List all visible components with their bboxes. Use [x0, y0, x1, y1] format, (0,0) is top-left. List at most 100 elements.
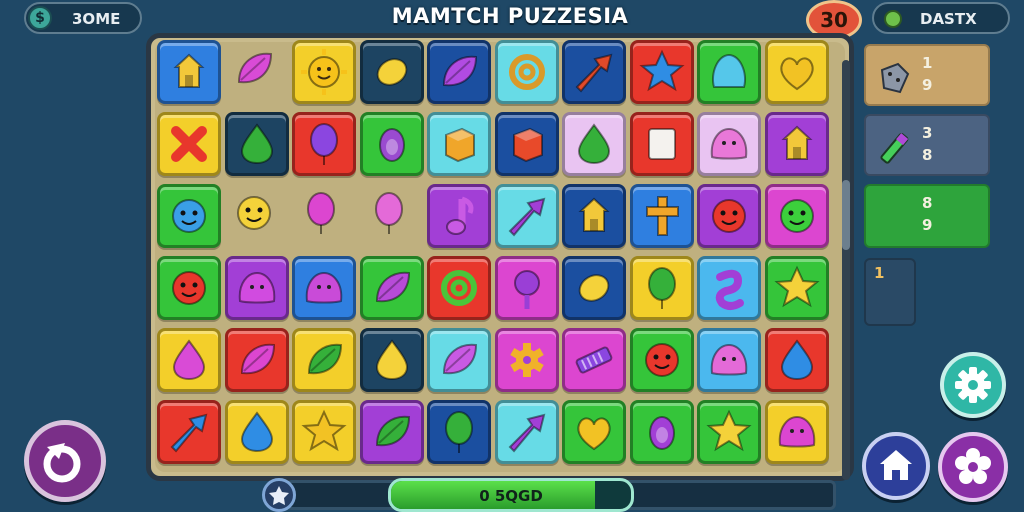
side-panel-value-2: 9	[922, 76, 933, 94]
jelly-icon	[710, 127, 748, 160]
board-tile[interactable]	[494, 112, 559, 176]
drop-icon	[240, 411, 273, 453]
board-tile[interactable]	[562, 112, 626, 176]
board-tile[interactable]	[629, 328, 694, 392]
board-tile[interactable]	[292, 400, 356, 464]
board-tile[interactable]	[292, 328, 356, 392]
swirl-icon	[508, 54, 545, 90]
board-tile[interactable]	[292, 40, 356, 104]
board-tile[interactable]	[697, 184, 761, 248]
board-tile[interactable]	[494, 400, 559, 464]
board-tile[interactable]	[697, 40, 761, 104]
jelly-icon	[305, 271, 343, 304]
board-tile[interactable]	[427, 400, 491, 464]
board-tile[interactable]	[494, 328, 559, 392]
drop-icon	[172, 339, 206, 381]
lemon-icon	[376, 58, 407, 86]
board-tile[interactable]	[427, 40, 491, 104]
board-tile[interactable]	[494, 184, 559, 248]
board-tile[interactable]	[157, 400, 221, 464]
jelly-icon	[238, 271, 275, 304]
side-panel-slot-4[interactable]: 1	[864, 258, 916, 326]
board-tile[interactable]	[764, 328, 829, 392]
board-tile[interactable]	[629, 256, 694, 320]
board-tile[interactable]	[697, 112, 761, 176]
board-tile[interactable]	[225, 184, 289, 248]
board-tile[interactable]	[629, 184, 694, 248]
board-tile[interactable]	[697, 400, 761, 464]
side-panel-value-2: 9	[922, 216, 933, 234]
board-tile[interactable]	[157, 112, 221, 176]
score-pill: $ 3OME	[24, 2, 142, 34]
options-button[interactable]	[938, 432, 1008, 502]
board-tile[interactable]	[562, 256, 626, 320]
leaf-icon	[442, 55, 478, 87]
board-tile[interactable]	[225, 40, 289, 104]
board-tile[interactable]	[224, 112, 289, 176]
board-scrollbar[interactable]	[842, 60, 850, 480]
progress-badge-icon	[262, 478, 296, 512]
board-tile[interactable]	[157, 184, 221, 248]
board-tile[interactable]	[764, 112, 829, 176]
side-panel-powerup-1[interactable]: 19	[864, 44, 990, 106]
board-tile[interactable]	[224, 328, 289, 392]
side-panel-value-1: 3	[922, 124, 933, 142]
board-tile[interactable]	[359, 256, 424, 320]
dash-pill[interactable]: DASTX	[872, 2, 1010, 34]
board-tile[interactable]	[697, 328, 761, 392]
board-tile[interactable]	[224, 400, 289, 464]
leaf-icon	[375, 271, 410, 303]
board-tile[interactable]	[629, 400, 694, 464]
board-tile[interactable]	[359, 400, 424, 464]
board-tile[interactable]	[360, 184, 424, 248]
board-tile[interactable]	[157, 328, 221, 392]
progress-label: 0 5QGD	[479, 487, 543, 505]
board-tile[interactable]	[764, 40, 829, 104]
board-tile[interactable]	[292, 256, 356, 320]
leaf-icon	[240, 343, 275, 375]
side-panel-value-1: 8	[922, 194, 933, 212]
side-panel-value-2: 8	[922, 146, 933, 164]
side-panel-powerup-3[interactable]: 89	[864, 184, 990, 248]
progress-area: 0 5QGD	[262, 478, 840, 512]
board-tile[interactable]	[764, 256, 829, 320]
board-tile[interactable]	[157, 256, 221, 320]
board-tile[interactable]	[562, 40, 626, 104]
board-tile[interactable]	[157, 40, 221, 104]
drop-icon	[577, 123, 611, 165]
board-tile[interactable]	[494, 256, 559, 320]
balloon-icon	[310, 123, 338, 165]
board-tile[interactable]	[359, 328, 424, 392]
board-tile[interactable]	[562, 328, 626, 392]
back-button[interactable]	[24, 420, 106, 502]
arrow-icon	[575, 53, 613, 93]
board-tile[interactable]	[562, 184, 626, 248]
board-tile[interactable]	[764, 400, 829, 464]
side-panel-powerup-2[interactable]: 38	[864, 114, 990, 176]
board-tile[interactable]	[292, 112, 356, 176]
board-tile[interactable]	[427, 184, 491, 248]
scrollbar-thumb[interactable]	[842, 180, 850, 250]
board-tile[interactable]	[359, 112, 424, 176]
house-icon	[173, 53, 205, 88]
settings-button[interactable]	[940, 352, 1006, 418]
board-tile[interactable]	[224, 256, 289, 320]
board-tile[interactable]	[292, 184, 356, 248]
board-tile[interactable]	[427, 256, 491, 320]
board-tile[interactable]	[494, 40, 559, 104]
face-blob-icon	[172, 271, 206, 305]
board-tile[interactable]	[697, 256, 761, 320]
home-button[interactable]	[862, 432, 930, 500]
leaf-icon	[307, 343, 343, 375]
board-tile[interactable]	[427, 112, 491, 176]
board-tile[interactable]	[629, 40, 694, 104]
board-tile[interactable]	[562, 400, 626, 464]
dash-label: DASTX	[920, 10, 977, 28]
leaf-icon	[237, 52, 272, 84]
board-tile[interactable]	[359, 40, 424, 104]
face-blob-icon	[644, 343, 679, 377]
board-tile[interactable]	[427, 328, 491, 392]
board-tile[interactable]	[764, 184, 829, 248]
board-tile[interactable]	[629, 112, 694, 176]
drop-icon	[780, 339, 813, 381]
